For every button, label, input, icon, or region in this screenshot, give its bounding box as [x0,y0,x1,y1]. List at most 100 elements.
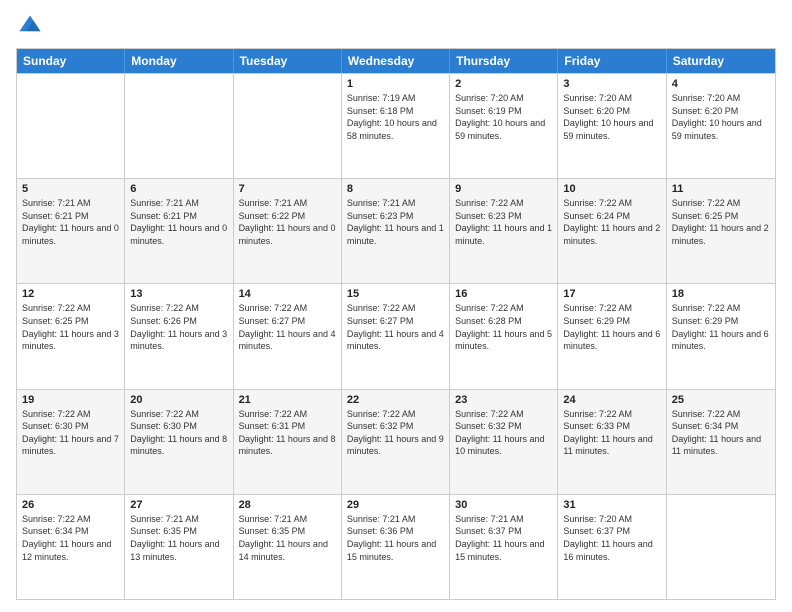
day-info: Sunrise: 7:22 AM Sunset: 6:33 PM Dayligh… [563,408,660,458]
calendar-cell: 7 Sunrise: 7:21 AM Sunset: 6:22 PM Daylig… [234,179,342,283]
day-number: 20 [130,394,227,406]
day-info: Sunrise: 7:22 AM Sunset: 6:34 PM Dayligh… [22,513,119,563]
calendar-cell: 31Sunrise: 7:20 AM Sunset: 6:37 PM Dayli… [558,495,666,599]
day-number: 25 [672,394,770,406]
calendar-week: 26 Sunrise: 7:22 AM Sunset: 6:34 PM Dayli… [17,494,775,599]
day-info: Sunrise: 7:22 AM Sunset: 6:29 PM Dayligh… [563,302,660,352]
calendar-cell: 28Sunrise: 7:21 AM Sunset: 6:35 PM Dayli… [234,495,342,599]
calendar-cell: 3 Sunrise: 7:20 AM Sunset: 6:20 PM Daylig… [558,74,666,178]
day-info: Sunrise: 7:22 AM Sunset: 6:28 PM Dayligh… [455,302,552,352]
day-info: Sunrise: 7:22 AM Sunset: 6:23 PM Dayligh… [455,197,552,247]
day-info: Sunrise: 7:22 AM Sunset: 6:30 PM Dayligh… [22,408,119,458]
day-number: 6 [130,183,227,195]
calendar-cell [125,74,233,178]
day-info: Sunrise: 7:22 AM Sunset: 6:34 PM Dayligh… [672,408,770,458]
calendar-cell: 5 Sunrise: 7:21 AM Sunset: 6:21 PM Daylig… [17,179,125,283]
day-info: Sunrise: 7:21 AM Sunset: 6:37 PM Dayligh… [455,513,552,563]
weekday-header: Wednesday [342,49,450,73]
weekday-header: Friday [558,49,666,73]
day-number: 21 [239,394,336,406]
day-info: Sunrise: 7:22 AM Sunset: 6:30 PM Dayligh… [130,408,227,458]
calendar-cell: 14 Sunrise: 7:22 AM Sunset: 6:27 PM Dayli… [234,284,342,388]
day-number: 31 [563,499,660,511]
weekday-header: Sunday [17,49,125,73]
day-info: Sunrise: 7:22 AM Sunset: 6:29 PM Dayligh… [672,302,770,352]
weekday-header: Tuesday [234,49,342,73]
day-info: Sunrise: 7:21 AM Sunset: 6:23 PM Dayligh… [347,197,444,247]
calendar-header: SundayMondayTuesdayWednesdayThursdayFrid… [17,49,775,73]
day-info: Sunrise: 7:20 AM Sunset: 6:20 PM Dayligh… [563,92,660,142]
day-number: 10 [563,183,660,195]
day-number: 5 [22,183,119,195]
calendar-cell: 19 Sunrise: 7:22 AM Sunset: 6:30 PM Dayli… [17,390,125,494]
calendar-cell: 27Sunrise: 7:21 AM Sunset: 6:35 PM Dayli… [125,495,233,599]
day-number: 15 [347,288,444,300]
calendar-cell: 1 Sunrise: 7:19 AM Sunset: 6:18 PM Daylig… [342,74,450,178]
day-number: 8 [347,183,444,195]
calendar-week: 19 Sunrise: 7:22 AM Sunset: 6:30 PM Dayli… [17,389,775,494]
calendar-cell: 11 Sunrise: 7:22 AM Sunset: 6:25 PM Dayli… [667,179,775,283]
day-number: 26 [22,499,119,511]
calendar-cell [667,495,775,599]
day-number: 29 [347,499,444,511]
calendar-cell: 17 Sunrise: 7:22 AM Sunset: 6:29 PM Dayli… [558,284,666,388]
day-number: 17 [563,288,660,300]
day-info: Sunrise: 7:22 AM Sunset: 6:27 PM Dayligh… [239,302,336,352]
day-info: Sunrise: 7:19 AM Sunset: 6:18 PM Dayligh… [347,92,444,142]
day-number: 7 [239,183,336,195]
day-info: Sunrise: 7:22 AM Sunset: 6:31 PM Dayligh… [239,408,336,458]
day-info: Sunrise: 7:20 AM Sunset: 6:19 PM Dayligh… [455,92,552,142]
day-number: 11 [672,183,770,195]
day-info: Sunrise: 7:22 AM Sunset: 6:25 PM Dayligh… [22,302,119,352]
calendar-cell: 9 Sunrise: 7:22 AM Sunset: 6:23 PM Daylig… [450,179,558,283]
day-info: Sunrise: 7:21 AM Sunset: 6:21 PM Dayligh… [22,197,119,247]
day-number: 1 [347,78,444,90]
calendar-cell: 16 Sunrise: 7:22 AM Sunset: 6:28 PM Dayli… [450,284,558,388]
day-info: Sunrise: 7:22 AM Sunset: 6:25 PM Dayligh… [672,197,770,247]
day-number: 9 [455,183,552,195]
day-info: Sunrise: 7:21 AM Sunset: 6:35 PM Dayligh… [239,513,336,563]
calendar-cell: 23 Sunrise: 7:22 AM Sunset: 6:32 PM Dayli… [450,390,558,494]
calendar-cell: 22Sunrise: 7:22 AM Sunset: 6:32 PM Dayli… [342,390,450,494]
day-info: Sunrise: 7:22 AM Sunset: 6:26 PM Dayligh… [130,302,227,352]
calendar-cell: 15 Sunrise: 7:22 AM Sunset: 6:27 PM Dayli… [342,284,450,388]
day-number: 23 [455,394,552,406]
day-number: 3 [563,78,660,90]
day-number: 22 [347,394,444,406]
calendar-cell: 13 Sunrise: 7:22 AM Sunset: 6:26 PM Dayli… [125,284,233,388]
calendar: SundayMondayTuesdayWednesdayThursdayFrid… [16,48,776,600]
day-info: Sunrise: 7:22 AM Sunset: 6:32 PM Dayligh… [455,408,552,458]
day-number: 14 [239,288,336,300]
calendar-week: 5 Sunrise: 7:21 AM Sunset: 6:21 PM Daylig… [17,178,775,283]
day-info: Sunrise: 7:20 AM Sunset: 6:20 PM Dayligh… [672,92,770,142]
weekday-header: Thursday [450,49,558,73]
calendar-cell: 2 Sunrise: 7:20 AM Sunset: 6:19 PM Daylig… [450,74,558,178]
day-info: Sunrise: 7:21 AM Sunset: 6:36 PM Dayligh… [347,513,444,563]
day-info: Sunrise: 7:21 AM Sunset: 6:35 PM Dayligh… [130,513,227,563]
day-number: 16 [455,288,552,300]
day-info: Sunrise: 7:21 AM Sunset: 6:22 PM Dayligh… [239,197,336,247]
calendar-cell: 24Sunrise: 7:22 AM Sunset: 6:33 PM Dayli… [558,390,666,494]
logo-icon [16,12,44,40]
day-number: 2 [455,78,552,90]
calendar-cell: 25 Sunrise: 7:22 AM Sunset: 6:34 PM Dayli… [667,390,775,494]
day-number: 19 [22,394,119,406]
calendar-cell: 18 Sunrise: 7:22 AM Sunset: 6:29 PM Dayli… [667,284,775,388]
weekday-header: Monday [125,49,233,73]
day-number: 30 [455,499,552,511]
calendar-cell: 12 Sunrise: 7:22 AM Sunset: 6:25 PM Dayli… [17,284,125,388]
header [16,12,776,40]
calendar-cell: 8 Sunrise: 7:21 AM Sunset: 6:23 PM Daylig… [342,179,450,283]
calendar-cell: 21 Sunrise: 7:22 AM Sunset: 6:31 PM Dayli… [234,390,342,494]
day-number: 13 [130,288,227,300]
calendar-week: 1 Sunrise: 7:19 AM Sunset: 6:18 PM Daylig… [17,73,775,178]
day-info: Sunrise: 7:22 AM Sunset: 6:27 PM Dayligh… [347,302,444,352]
page: SundayMondayTuesdayWednesdayThursdayFrid… [0,0,792,612]
day-number: 12 [22,288,119,300]
calendar-cell: 10Sunrise: 7:22 AM Sunset: 6:24 PM Dayli… [558,179,666,283]
calendar-cell: 20 Sunrise: 7:22 AM Sunset: 6:30 PM Dayli… [125,390,233,494]
day-number: 4 [672,78,770,90]
calendar-cell [234,74,342,178]
day-number: 18 [672,288,770,300]
calendar-cell: 30 Sunrise: 7:21 AM Sunset: 6:37 PM Dayli… [450,495,558,599]
